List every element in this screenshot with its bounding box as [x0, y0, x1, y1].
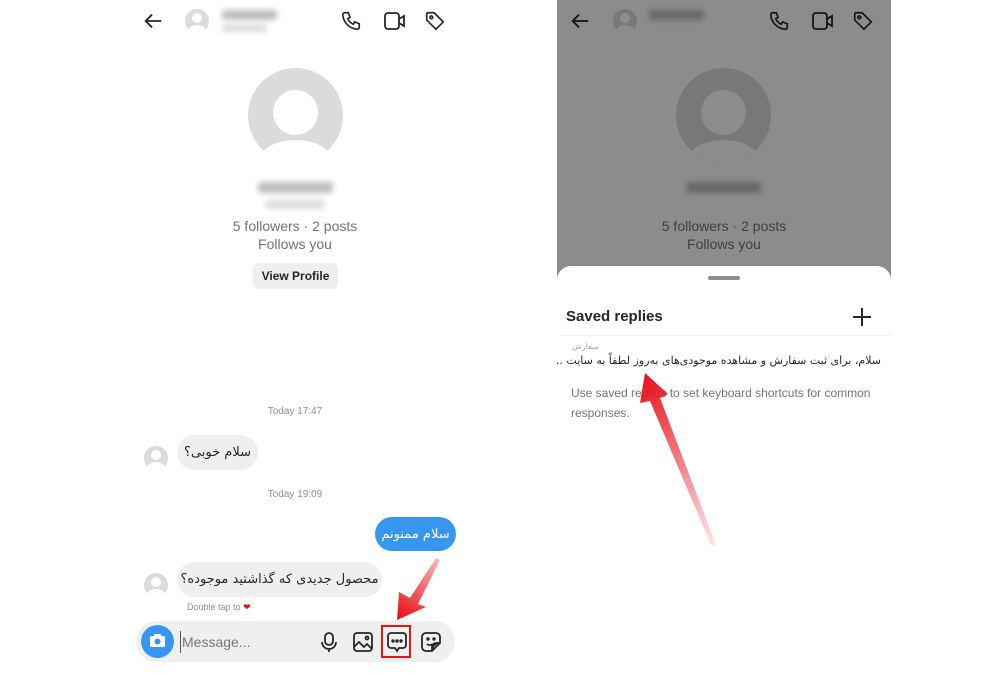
follows-you-label: Follows you — [258, 236, 332, 252]
sender-avatar — [144, 446, 168, 470]
timestamp: Today 19:09 — [267, 489, 323, 500]
sticker-icon[interactable] — [420, 631, 442, 658]
profile-stats: 5 followers · 2 posts — [232, 218, 358, 234]
profile-avatar[interactable] — [248, 68, 343, 163]
saved-replies-sheet: Saved replies سفارش سلام، برای ثبت سفارش… — [557, 266, 891, 673]
divider — [562, 335, 891, 336]
image-icon[interactable] — [352, 631, 374, 658]
drag-handle[interactable] — [708, 276, 740, 280]
header-avatar[interactable] — [185, 9, 209, 33]
saved-reply-item[interactable]: سفارش سلام، برای ثبت سفارش و مشاهده موجو… — [557, 340, 881, 372]
saved-reply-text: سلام، برای ثبت سفارش و مشاهده موجودی‌های… — [557, 354, 881, 367]
message-input[interactable] — [180, 631, 310, 653]
saved-reply-shortcut: سفارش — [572, 342, 599, 351]
chat-screen: 5 followers · 2 posts Follows you View P… — [130, 0, 465, 673]
camera-icon[interactable] — [141, 625, 174, 658]
heart-icon: ❤ — [243, 602, 251, 612]
sender-avatar — [144, 573, 168, 597]
video-icon[interactable] — [383, 10, 407, 32]
tag-icon[interactable] — [424, 10, 446, 32]
view-profile-button[interactable]: View Profile — [253, 263, 338, 289]
sheet-title: Saved replies — [566, 308, 663, 325]
saved-replies-screen: 5 followers · 2 posts Follows you Saved … — [557, 0, 891, 673]
phone-icon[interactable] — [340, 10, 362, 32]
message-bubble-received[interactable]: محصول جدیدی که گذاشتید موجوده؟ — [177, 562, 382, 597]
double-tap-hint: Double tap to ❤ — [187, 602, 251, 613]
timestamp: Today 17:47 — [267, 406, 323, 417]
header-username-blurred — [222, 10, 277, 20]
mic-icon[interactable] — [319, 631, 339, 658]
saved-replies-icon[interactable] — [386, 631, 408, 658]
profile-name-blurred — [258, 182, 333, 193]
message-composer — [136, 621, 455, 662]
profile-handle-blurred — [265, 200, 325, 209]
saved-replies-help: Use saved replies to set keyboard shortc… — [571, 386, 871, 420]
message-bubble-sent[interactable]: سلام ممنونم — [375, 517, 456, 551]
message-bubble-received[interactable]: سلام خوبی؟ — [177, 435, 258, 470]
double-tap-text: Double tap to — [187, 602, 241, 612]
back-arrow-icon[interactable] — [142, 10, 164, 32]
header-handle-blurred — [222, 24, 267, 32]
plus-icon[interactable] — [851, 306, 873, 333]
